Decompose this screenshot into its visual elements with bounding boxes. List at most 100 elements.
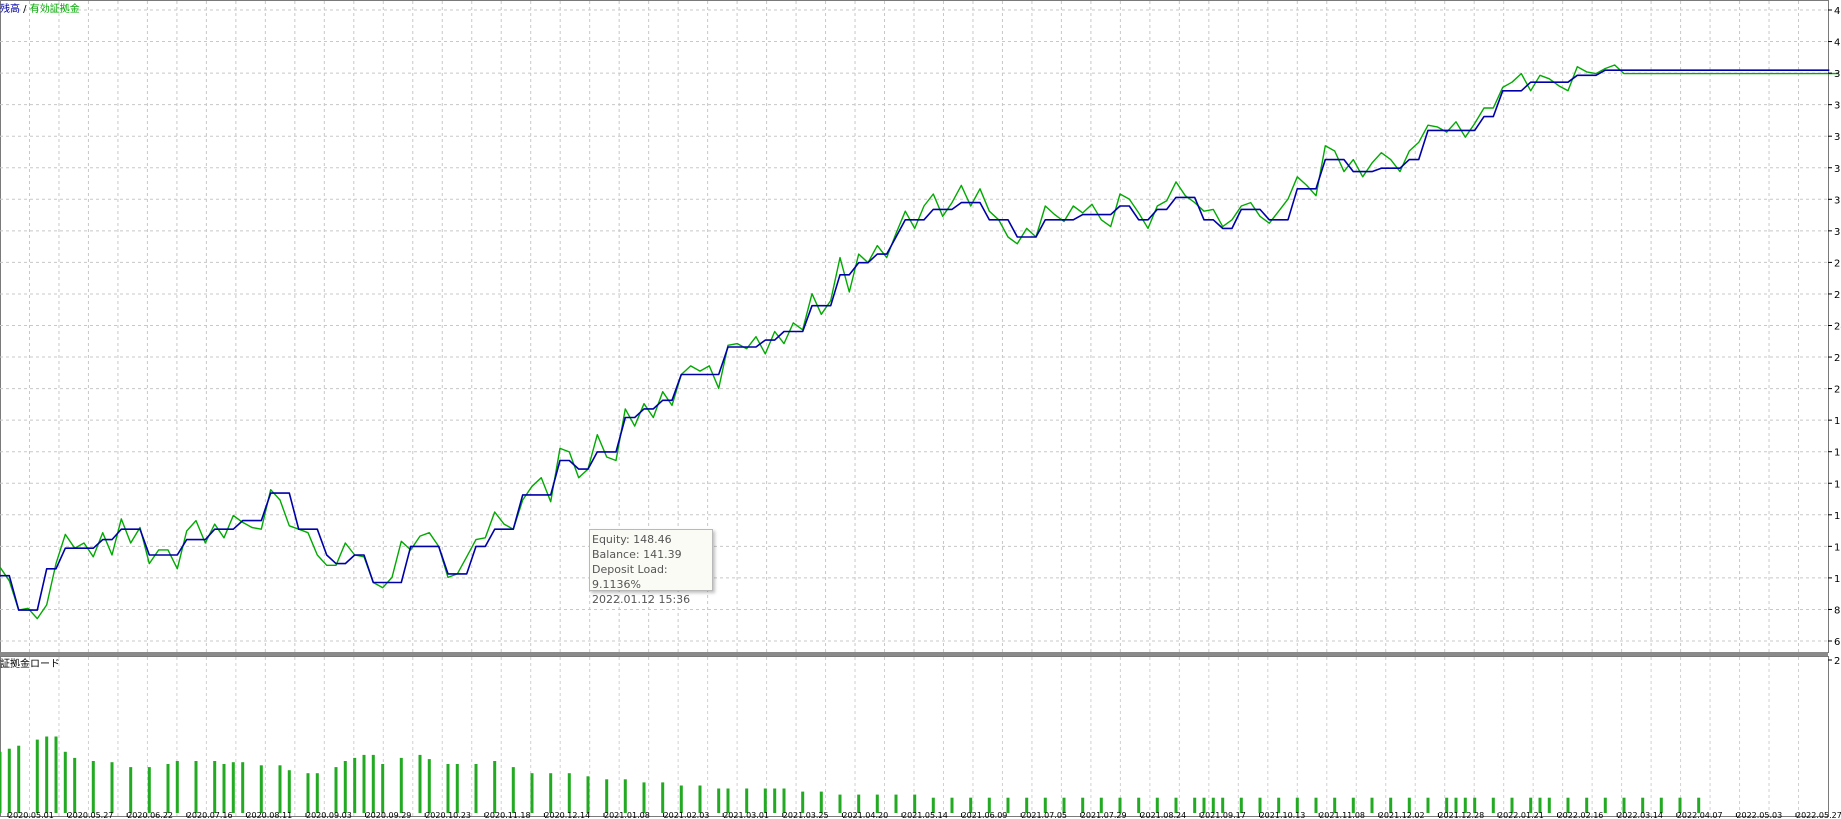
load-bar [1491, 797, 1495, 813]
x-tick-label: 2021.03.25 [783, 811, 829, 819]
sub-legend: 証拠金ロード [0, 657, 60, 670]
load-bar [166, 764, 170, 813]
x-tick-label: 2020.09.03 [306, 811, 352, 819]
sub-x-axis: 2020.05.01 2020.05.27 2020.06.22 2020.07.16… [7, 811, 1841, 819]
x-tick-label: 2021.05.14 [902, 811, 948, 819]
load-bar [493, 761, 497, 813]
load-bar [455, 764, 459, 813]
x-tick-label: 2022.03.14 [1617, 811, 1663, 819]
load-bar [315, 773, 319, 813]
load-bar [427, 759, 431, 813]
load-bar [287, 770, 291, 813]
load-bar [1603, 797, 1607, 813]
x-tick-label: 2021.01.08 [604, 811, 650, 819]
load-bar [35, 739, 39, 813]
x-tick-label: 2020.05.27 [68, 811, 114, 819]
load-bar [63, 751, 67, 813]
y-tick-label: 37 [1834, 101, 1841, 112]
x-tick-label: 2021.07.05 [1021, 811, 1067, 819]
y-tick-label: 41 [1834, 38, 1841, 49]
load-bar [278, 765, 282, 813]
y-tick-label: 35 [1834, 132, 1841, 143]
main-legend: 残高 / 有効証拠金 [0, 2, 80, 15]
x-tick-label: 2022.05.27 [1796, 811, 1841, 819]
load-bar [586, 776, 590, 813]
load-bar [7, 748, 11, 813]
x-tick-label: 2021.08.24 [1140, 811, 1186, 819]
y-tick-label: 28 [1834, 258, 1841, 269]
load-bar [605, 779, 609, 813]
load-bar [175, 761, 179, 813]
tooltip-equity: Equity: 148.46 [592, 533, 672, 546]
load-bar [241, 762, 245, 813]
y-tick-label: 24 [1834, 322, 1841, 333]
load-bar [194, 761, 198, 813]
x-tick-label: 2020.11.18 [485, 811, 531, 819]
load-bar [530, 773, 534, 813]
y-tick-label: 15 [1834, 479, 1841, 490]
x-tick-label: 2022.02.16 [1558, 811, 1604, 819]
x-tick-label: 2021.02.03 [664, 811, 710, 819]
load-bar [147, 767, 151, 813]
load-bar [381, 764, 385, 813]
x-tick-label: 2020.12.14 [544, 811, 590, 819]
load-bar [45, 736, 49, 813]
load-bar [91, 761, 95, 813]
x-tick-label: 2021.03.01 [723, 811, 769, 819]
y-tick-label: 30 [1834, 227, 1841, 238]
load-bar [511, 767, 515, 813]
legend-equity: 有効証拠金 [30, 2, 80, 15]
y-tick-label: 19 [1834, 416, 1841, 427]
load-bar [0, 751, 2, 813]
x-tick-label: 2021.12.02 [1379, 811, 1425, 819]
load-bar [306, 773, 310, 813]
load-bar [110, 762, 114, 813]
pane-separator[interactable] [0, 652, 1828, 656]
x-tick-label: 2021.09.17 [1200, 811, 1246, 819]
load-bar [222, 764, 226, 813]
x-tick-label: 2022.05.03 [1736, 811, 1782, 819]
load-bar [343, 761, 347, 813]
load-bar [353, 757, 357, 813]
x-tick-label: 2022.04.07 [1677, 811, 1723, 819]
y-tick-label: 17 [1834, 448, 1841, 459]
legend-separator: / [20, 4, 30, 15]
load-bar [717, 788, 721, 813]
load-bar [642, 782, 646, 813]
y-tick-label: 10 [1834, 574, 1841, 585]
load-bar [623, 779, 627, 813]
tooltip-deposit-load: Deposit Load: 9.1136% [592, 563, 668, 591]
load-bar [801, 791, 805, 813]
load-bar [371, 754, 375, 813]
x-tick-label: 2021.06.09 [962, 811, 1008, 819]
load-bar [1193, 797, 1197, 813]
y-tick-label: 32 [1834, 195, 1841, 206]
load-bar [1370, 797, 1374, 813]
x-tick-label: 2021.10.13 [1260, 811, 1306, 819]
x-tick-label: 2022.01.21 [1498, 811, 1544, 819]
load-bar [894, 794, 898, 813]
data-tooltip: Equity: 148.46 Balance: 141.39 Deposit L… [589, 529, 713, 606]
load-bar [446, 764, 450, 813]
y-tick-label: 13 [1834, 511, 1841, 522]
x-tick-label: 2020.10.23 [425, 811, 471, 819]
x-tick-label: 2021.04.20 [842, 811, 888, 819]
load-bar [1426, 797, 1430, 813]
load-bar [745, 788, 749, 813]
load-bar [773, 788, 777, 813]
load-bar [129, 767, 133, 813]
x-tick-label: 2021.07.29 [1081, 811, 1127, 819]
load-bar [549, 773, 553, 813]
x-tick-label: 2020.06.22 [127, 811, 173, 819]
y-tick-label: 43 [1834, 6, 1841, 17]
load-bar [418, 754, 422, 813]
load-bar [474, 764, 478, 813]
sub-y-axis: 25 [1828, 656, 1841, 667]
load-bar [1547, 797, 1551, 813]
load-bar [399, 757, 403, 813]
y-tick-label: 33 [1834, 164, 1841, 175]
load-bar [54, 736, 58, 813]
y-tick-label: 21 [1834, 385, 1841, 396]
load-bar [763, 788, 767, 813]
legend-balance: 残高 [0, 2, 20, 15]
